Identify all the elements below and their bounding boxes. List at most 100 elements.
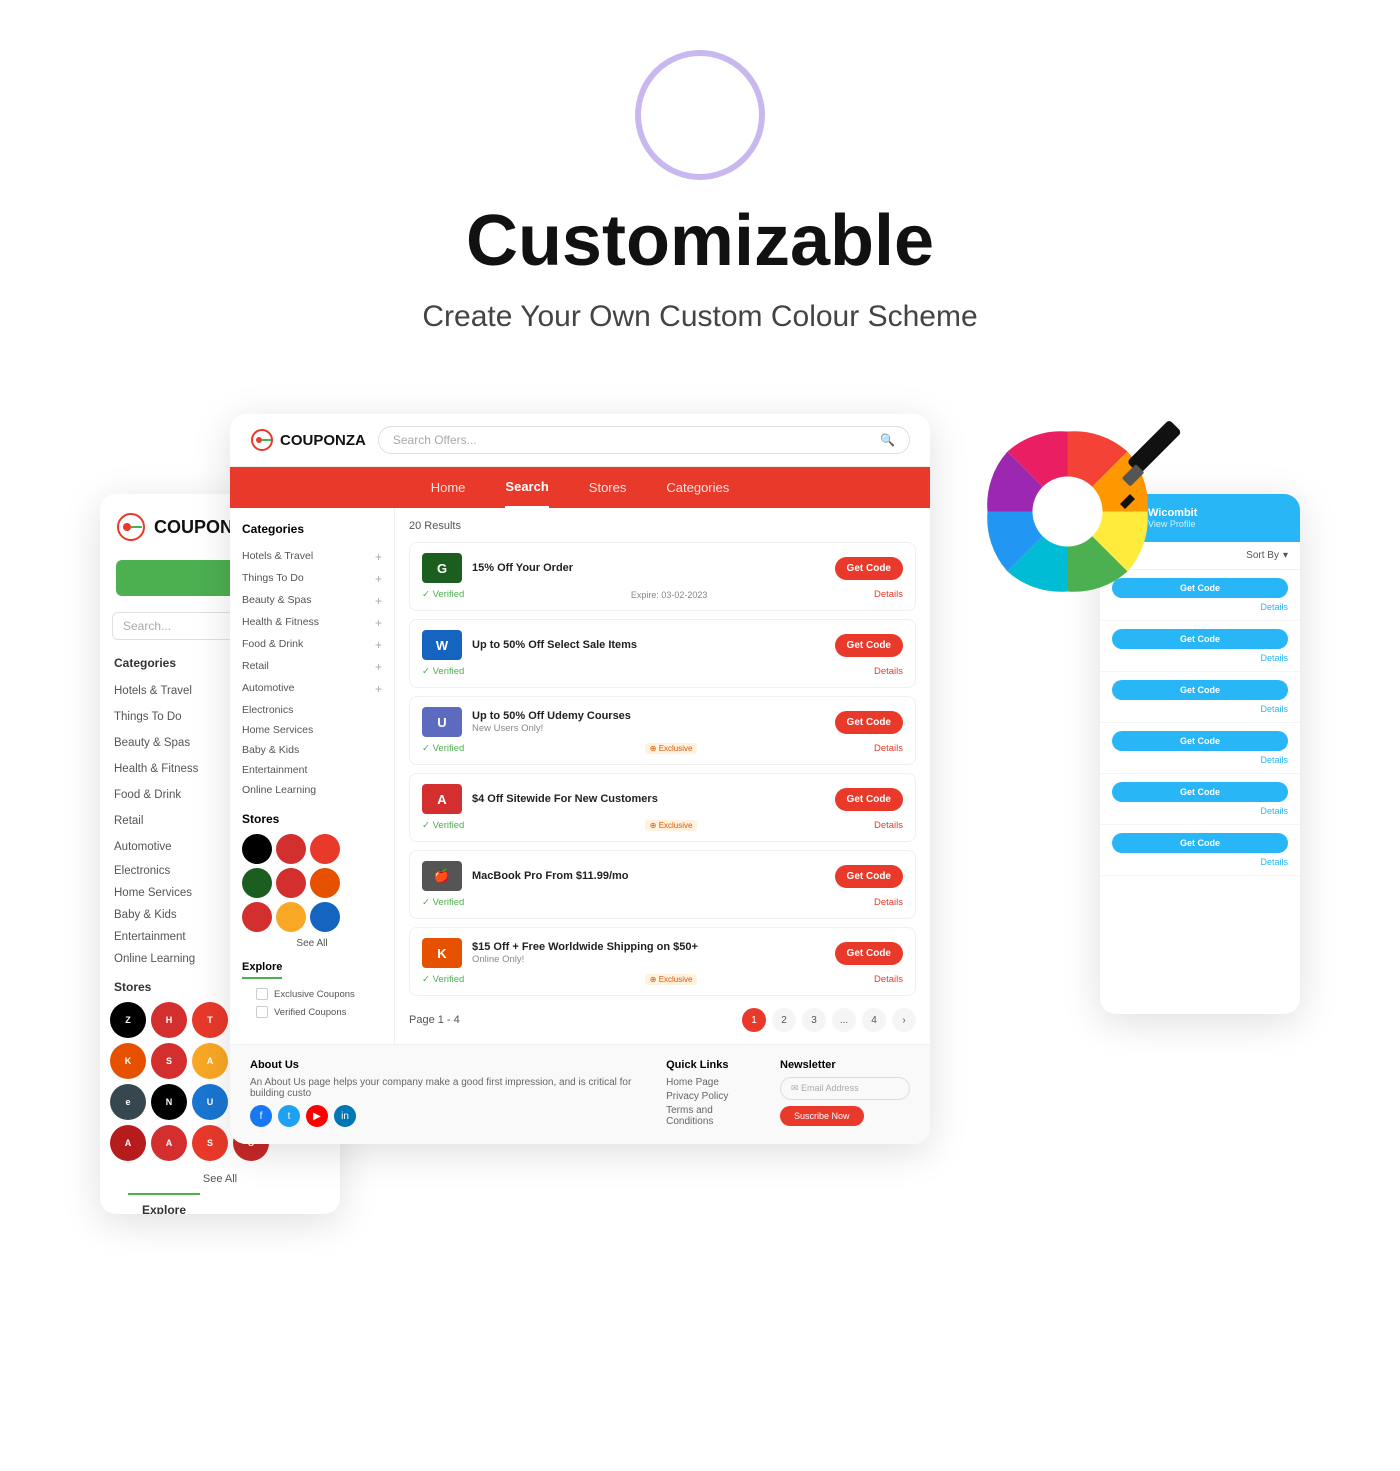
sidebar-store-circle[interactable]: Z: [110, 1002, 146, 1038]
main-nav: Home Search Stores Categories: [230, 467, 930, 508]
cat-panel-item[interactable]: Hotels & Travel+: [242, 546, 382, 568]
cat-panel-item[interactable]: Home Services: [242, 720, 382, 740]
sidebar-store-circle[interactable]: A: [192, 1043, 228, 1079]
sidebar-see-all[interactable]: See All: [100, 1169, 340, 1193]
right-offer-item: Get Code Details: [1100, 723, 1300, 774]
cat-panel-item[interactable]: Beauty & Spas+: [242, 590, 382, 612]
sidebar-store-circle[interactable]: K: [110, 1043, 146, 1079]
offer-details-link[interactable]: Details: [874, 743, 903, 754]
offer-logo: K: [422, 938, 462, 968]
get-code-button[interactable]: Get Code: [835, 711, 903, 734]
right-details-link[interactable]: Details: [1112, 653, 1288, 663]
main-search-bar[interactable]: Search Offers... 🔍: [378, 426, 910, 454]
right-get-code-button[interactable]: Get Code: [1112, 782, 1288, 802]
page-btn-3[interactable]: 3: [802, 1008, 826, 1032]
explore-panel-item[interactable]: Verified Coupons: [242, 1003, 382, 1021]
social-twitter[interactable]: t: [278, 1105, 300, 1127]
offer-details-link[interactable]: Details: [874, 897, 903, 908]
offer-top: G 15% Off Your Order Get Code: [422, 553, 903, 583]
offer-details-link[interactable]: Details: [874, 666, 903, 677]
store-panel-circle[interactable]: [310, 834, 340, 864]
nav-item-stores[interactable]: Stores: [589, 468, 627, 507]
get-code-button[interactable]: Get Code: [835, 788, 903, 811]
store-panel-circle[interactable]: [276, 834, 306, 864]
social-youtube[interactable]: ▶: [306, 1105, 328, 1127]
sidebar-store-circle[interactable]: U: [192, 1084, 228, 1120]
page-btn-next[interactable]: ›: [892, 1008, 916, 1032]
right-get-code-button[interactable]: Get Code: [1112, 833, 1288, 853]
store-panel-circle[interactable]: [276, 868, 306, 898]
sidebar-store-circle[interactable]: S: [192, 1125, 228, 1161]
sidebar-store-circle[interactable]: S: [151, 1043, 187, 1079]
nav-item-search[interactable]: Search: [505, 467, 548, 508]
get-code-button[interactable]: Get Code: [835, 634, 903, 657]
sidebar-cat-label: Food & Drink: [114, 789, 181, 801]
offer-details-link[interactable]: Details: [874, 974, 903, 985]
sidebar-store-circle[interactable]: H: [151, 1002, 187, 1038]
store-panel-circle[interactable]: [242, 834, 272, 864]
sidebar-store-circle[interactable]: T: [192, 1002, 228, 1038]
cat-panel-item[interactable]: Retail+: [242, 656, 382, 678]
sidebar-store-circle[interactable]: N: [151, 1084, 187, 1120]
social-facebook[interactable]: f: [250, 1105, 272, 1127]
subscribe-button[interactable]: Suscribe Now: [780, 1106, 864, 1126]
footer-newsletter-title: Newsletter: [780, 1059, 910, 1071]
cat-panel-item[interactable]: Things To Do+: [242, 568, 382, 590]
store-panel-circle[interactable]: [276, 902, 306, 932]
get-code-button[interactable]: Get Code: [835, 557, 903, 580]
store-panel-circle[interactable]: [310, 868, 340, 898]
verified-badge: ✓ Verified: [422, 897, 464, 908]
footer-link-terms[interactable]: Terms and Conditions: [666, 1105, 750, 1127]
get-code-button[interactable]: Get Code: [835, 865, 903, 888]
get-code-button[interactable]: Get Code: [835, 942, 903, 965]
right-details-link[interactable]: Details: [1112, 857, 1288, 867]
right-get-code-button[interactable]: Get Code: [1112, 680, 1288, 700]
color-wheel-container: [980, 424, 1180, 624]
cat-panel-item[interactable]: Entertainment: [242, 760, 382, 780]
offer-details-link[interactable]: Details: [874, 589, 903, 600]
explore-section: Explore Exclusive CouponsVerified Coupon…: [242, 961, 382, 1021]
main-search-icon[interactable]: 🔍: [880, 433, 895, 447]
nav-item-categories[interactable]: Categories: [666, 468, 729, 507]
page-btn-1[interactable]: 1: [742, 1008, 766, 1032]
right-get-code-button[interactable]: Get Code: [1112, 629, 1288, 649]
cat-panel-item[interactable]: Food & Drink+: [242, 634, 382, 656]
explore-panel-checkbox[interactable]: [256, 1006, 268, 1018]
right-details-link[interactable]: Details: [1112, 704, 1288, 714]
sidebar-store-circle[interactable]: A: [151, 1125, 187, 1161]
cat-panel-item[interactable]: Automotive+: [242, 678, 382, 700]
sidebar-store-circle[interactable]: e: [110, 1084, 146, 1120]
store-panel-circle[interactable]: [242, 902, 272, 932]
store-panel-circle[interactable]: [242, 868, 272, 898]
main-footer: About Us An About Us page helps your com…: [230, 1044, 930, 1144]
stores-panel-see-all[interactable]: See All: [242, 938, 382, 949]
social-linkedin[interactable]: in: [334, 1105, 356, 1127]
right-details-link[interactable]: Details: [1112, 755, 1288, 765]
sidebar-cat-label: Beauty & Spas: [114, 737, 190, 749]
pagination-info: Page 1 - 4: [409, 1014, 460, 1026]
cat-panel-label: Food & Drink: [242, 638, 303, 652]
cat-panel-item[interactable]: Electronics: [242, 700, 382, 720]
explore-panel-item[interactable]: Exclusive Coupons: [242, 985, 382, 1003]
explore-panel-checkbox[interactable]: [256, 988, 268, 1000]
cat-panel-item[interactable]: Health & Fitness+: [242, 612, 382, 634]
showcase-container: COUPONZA Search... 🔍 Categories Hotels &…: [100, 414, 1300, 1234]
footer-link-privacy[interactable]: Privacy Policy: [666, 1091, 750, 1102]
cat-panel-label: Beauty & Spas: [242, 594, 311, 608]
newsletter-input[interactable]: ✉ Email Address: [780, 1077, 910, 1100]
right-details-link[interactable]: Details: [1112, 806, 1288, 816]
nav-item-home[interactable]: Home: [431, 468, 466, 507]
sort-chevron-icon[interactable]: ▾: [1283, 550, 1288, 561]
footer-link-home[interactable]: Home Page: [666, 1077, 750, 1088]
sidebar-store-circle[interactable]: A: [110, 1125, 146, 1161]
page-btn-4[interactable]: 4: [862, 1008, 886, 1032]
footer-social: f t ▶ in: [250, 1105, 636, 1127]
cat-panel-item[interactable]: Baby & Kids: [242, 740, 382, 760]
store-panel-circle[interactable]: [310, 902, 340, 932]
offer-details-link[interactable]: Details: [874, 820, 903, 831]
cat-panel-item[interactable]: Online Learning: [242, 780, 382, 800]
right-get-code-button[interactable]: Get Code: [1112, 731, 1288, 751]
cat-panel-plus: +: [375, 572, 382, 586]
offers-panel: 20 Results G 15% Off Your Order Get Code…: [395, 508, 930, 1044]
page-btn-2[interactable]: 2: [772, 1008, 796, 1032]
